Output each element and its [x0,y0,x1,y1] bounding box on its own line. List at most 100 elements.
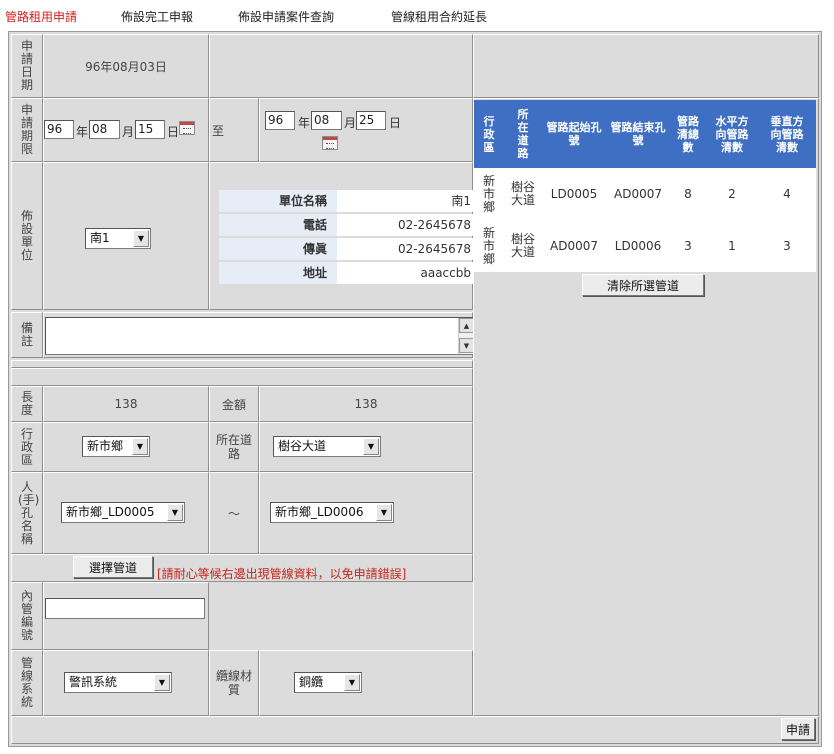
amount-value: 138 [354,397,378,411]
chevron-down-icon: ▼ [376,504,392,521]
period-to-month-input[interactable]: 08 [311,111,342,130]
cable-material-label-cell: 纜線材質 [209,650,259,716]
info-fax-value: 02-2645678 [337,238,477,260]
info-row-phone: 電話 02-2645678 [219,214,477,238]
row-end-hole: AD0007 [614,186,662,201]
year-unit: 年 [76,125,89,139]
unit-label-cell: 佈設單位 [11,162,43,310]
system-label-cell: 管線系統 [11,650,43,716]
cable-material-select[interactable]: 銅纜 ▼ [294,672,362,693]
road-label: 所在道路 [215,433,252,461]
inner-no-label: 內管編號 [20,589,33,642]
length-label: 長度 [20,390,33,417]
submit-button[interactable]: 申請 [781,718,815,740]
district-label: 行政區 [20,426,33,467]
period-to-year-input[interactable]: 96 [265,111,295,130]
remark-textarea[interactable] [45,317,475,355]
tab-contract-extension[interactable]: 管線租用合約延長 [391,8,487,25]
calendar-icon[interactable] [179,121,195,135]
row-start-hole: AD0007 [550,238,598,253]
district-select-value: 新市鄉 [87,439,124,453]
row-start-hole: LD0005 [550,186,598,201]
period-to-day-input[interactable]: 25 [356,111,386,130]
row-road: 樹谷大道 [510,232,535,259]
district-select[interactable]: 新市鄉 ▼ [82,436,150,457]
row-road: 樹谷大道 [510,180,535,207]
info-address-label: 地址 [219,262,337,284]
hole-tilde-cell: ～ [209,472,259,554]
bottom-bar [11,716,819,744]
period-from-day-input[interactable]: 15 [135,120,165,139]
info-name-value: 南1 [337,190,477,212]
header-end-hole: 管路結束孔號 [610,121,666,147]
chevron-down-icon: ▼ [167,504,183,521]
info-row-address: 地址 aaaccbb [219,262,477,286]
hole-from-value: 新市鄉_LD0005 [66,505,155,519]
info-fax-label: 傳眞 [219,238,337,260]
header-vertical: 垂直方向管路清數 [770,114,804,154]
row-horizontal: 2 [728,186,736,201]
scroll-up-icon[interactable]: ▲ [459,318,474,333]
header-road: 所在道路 [517,108,529,160]
header-horizontal: 水平方向管路清數 [715,114,749,154]
period-label: 申請期限 [20,103,33,156]
inner-no-label-cell: 內管編號 [11,582,43,650]
period-from-month-input[interactable]: 08 [89,120,120,139]
tab-completion-report[interactable]: 佈設完工申報 [121,8,193,25]
road-label-cell: 所在道路 [209,422,259,472]
apply-date-label: 申請日期 [20,39,33,92]
hole-tilde: ～ [227,506,240,521]
calendar-icon[interactable] [322,136,338,150]
tab-case-query[interactable]: 佈設申請案件查詢 [238,8,334,25]
info-phone-value: 02-2645678 [337,214,477,236]
row-district: 新市鄉 [482,173,495,214]
cable-material-label: 纜線材質 [215,669,252,697]
amount-value-cell: 138 [259,386,473,422]
hole-from-select[interactable]: 新市鄉_LD0005 ▼ [61,502,185,523]
row-vertical: 4 [783,186,791,201]
row-vertical: 3 [783,238,791,253]
remark-scrollbar[interactable]: ▲ ▼ [458,318,474,354]
system-select-value: 警訊系統 [69,675,118,689]
period-to-label: 至 [212,123,225,138]
cable-material-select-cell [259,650,473,716]
remark-label: 備註 [20,321,33,348]
day-unit: 日 [389,116,402,130]
table-row[interactable]: 新市鄉 樹谷大道 LD0005 AD0007 8 2 4 [474,168,816,220]
apply-date-label-cell: 申請日期 [11,34,43,98]
clear-selected-pipes-button[interactable]: 清除所選管道 [582,274,704,296]
cable-material-select-value: 銅纜 [299,675,324,689]
year-unit: 年 [298,116,311,130]
top-tabs: 管路租用申請 佈設完工申報 佈設申請案件查詢 管線租用合約延長 [0,0,834,30]
road-select[interactable]: 樹谷大道 ▼ [273,436,381,457]
period-to-label-cell: 至 [209,98,259,162]
info-address-value: aaaccbb [337,262,477,284]
row-total: 3 [684,238,692,253]
tab-pipe-rental-apply[interactable]: 管路租用申請 [5,8,77,25]
header-district: 行政區 [483,114,495,154]
select-pipe-note: [請耐心等候右邊出現管線資料，以免申請錯誤] [157,567,407,581]
chevron-down-icon: ▼ [154,674,170,691]
chevron-down-icon: ▼ [363,438,379,455]
separator-row [11,368,473,386]
row-end-hole: LD0006 [614,238,662,253]
period-to-cell [259,98,473,162]
unit-select[interactable]: 南1 ▼ [85,228,151,249]
system-label: 管線系統 [20,656,33,709]
period-from-year-input[interactable]: 96 [44,120,74,139]
inner-no-input[interactable] [45,598,205,619]
header-start-hole: 管路起始孔號 [546,121,602,147]
system-select[interactable]: 警訊系統 ▼ [64,672,172,693]
info-row-name: 單位名稱 南1 [219,190,477,214]
hole-to-select[interactable]: 新市鄉_LD0006 ▼ [270,502,394,523]
amount-label-cell: 金額 [209,386,259,422]
apply-date-blank-cell [209,34,473,98]
select-pipe-button[interactable]: 選擇管道 [73,556,153,578]
pipe-table-header: 行政區 所在道路 管路起始孔號 管路結束孔號 管路清總數 水平方向管路清數 垂直… [474,100,816,168]
scroll-down-icon[interactable]: ▼ [459,338,474,353]
row-total: 8 [684,186,692,201]
hole-label-cell: 人(手)孔名稱 [11,472,43,554]
table-row[interactable]: 新市鄉 樹谷大道 AD0007 LD0006 3 1 3 [474,220,816,272]
right-top-blank-cell [473,34,819,98]
length-value-cell: 138 [43,386,209,422]
